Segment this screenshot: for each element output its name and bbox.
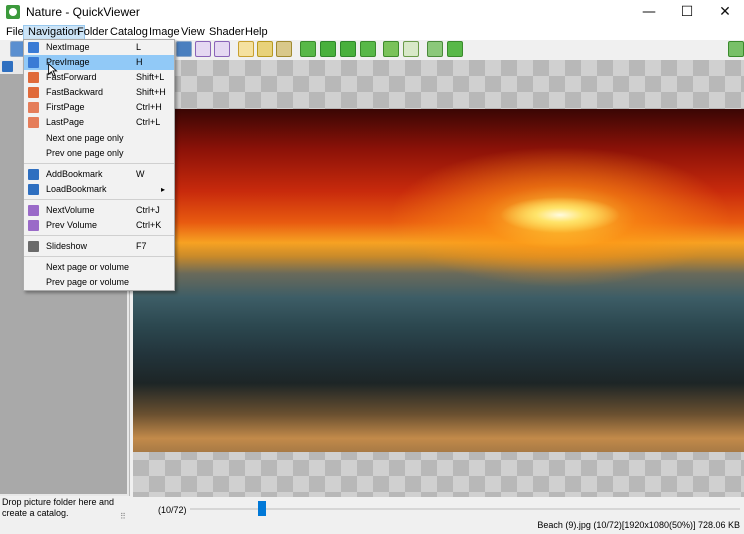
next-image-icon: [28, 42, 39, 53]
dual-view-toolbar-icon[interactable]: [403, 41, 419, 57]
menu-item-load-bookmark[interactable]: LoadBookmark ▸: [24, 182, 174, 197]
menu-item-slideshow[interactable]: Slideshow F7: [24, 239, 174, 254]
menu-item-next-volume[interactable]: NextVolume Ctrl+J: [24, 203, 174, 218]
menu-item-prev-page-or-volume[interactable]: Prev page or volume: [24, 275, 174, 290]
slideshow-icon: [28, 241, 39, 252]
prev-volume-icon: [28, 220, 39, 231]
page-slider-thumb[interactable]: [258, 501, 266, 516]
beach-sunset-image: [133, 109, 744, 452]
menu-help[interactable]: Help: [241, 25, 272, 40]
fast-backward-icon: [28, 87, 39, 98]
image-info: Beach (9).jpg (10/72)[1920x1080(50%)] 72…: [537, 520, 740, 530]
save-toolbar-icon[interactable]: [176, 41, 192, 57]
prev-image-icon: [28, 57, 39, 68]
pin-toolbar-icon[interactable]: [447, 41, 463, 57]
maximize-button[interactable]: ☐: [668, 0, 706, 25]
minimize-button[interactable]: —: [630, 0, 668, 25]
page-slider-track[interactable]: [190, 508, 740, 510]
settings-toolbar-icon[interactable]: [276, 41, 292, 57]
menu-separator: [24, 256, 174, 257]
next-volume-toolbar-icon[interactable]: [214, 41, 230, 57]
menu-item-prev-one-page[interactable]: Prev one page only: [24, 146, 174, 161]
menu-item-fast-backward[interactable]: FastBackward Shift+H: [24, 85, 174, 100]
rotate-toolbar-icon[interactable]: [300, 41, 316, 57]
last-page-icon: [28, 117, 39, 128]
menu-item-last-page[interactable]: LastPage Ctrl+L: [24, 115, 174, 130]
close-button[interactable]: ✕: [706, 0, 744, 25]
submenu-arrow-icon: ▸: [161, 185, 166, 194]
add-bookmark-icon: [28, 169, 39, 180]
menu-separator: [24, 163, 174, 164]
zoom-in-toolbar-icon[interactable]: [320, 41, 336, 57]
mouse-cursor-icon: [48, 63, 58, 77]
folder-toolbar-icon[interactable]: [238, 41, 254, 57]
menu-item-next-one-page[interactable]: Next one page only: [24, 131, 174, 146]
stay-on-top-toolbar-icon[interactable]: [728, 41, 744, 57]
load-bookmark-icon: [28, 184, 39, 195]
fullscreen-toolbar-icon[interactable]: [427, 41, 443, 57]
single-view-toolbar-icon[interactable]: [383, 41, 399, 57]
fast-forward-icon: [28, 72, 39, 83]
menu-separator: [24, 235, 174, 236]
next-volume-icon: [28, 205, 39, 216]
zoom-out-toolbar-icon[interactable]: [340, 41, 356, 57]
window-title: Nature - QuickViewer: [26, 5, 140, 19]
resize-grip-icon[interactable]: ⠿: [120, 512, 126, 521]
drop-hint: Drop picture folder here and create a ca…: [2, 497, 115, 518]
catalog-grid-icon[interactable]: [2, 61, 13, 72]
prev-volume-toolbar-icon[interactable]: [195, 41, 211, 57]
catalog-toolbar-icon[interactable]: [257, 41, 273, 57]
menu-item-prev-volume[interactable]: Prev Volume Ctrl+K: [24, 218, 174, 233]
fit-toolbar-icon[interactable]: [360, 41, 376, 57]
menu-view[interactable]: View: [177, 25, 209, 40]
first-page-icon: [28, 102, 39, 113]
menu-item-next-page-or-volume[interactable]: Next page or volume: [24, 260, 174, 275]
menu-item-first-page[interactable]: FirstPage Ctrl+H: [24, 100, 174, 115]
menu-item-next-image[interactable]: NextImage L: [24, 40, 174, 55]
menu-separator: [24, 199, 174, 200]
app-logo-icon: [6, 5, 20, 19]
page-counter: (10/72): [158, 505, 187, 515]
menu-item-add-bookmark[interactable]: AddBookmark W: [24, 167, 174, 182]
